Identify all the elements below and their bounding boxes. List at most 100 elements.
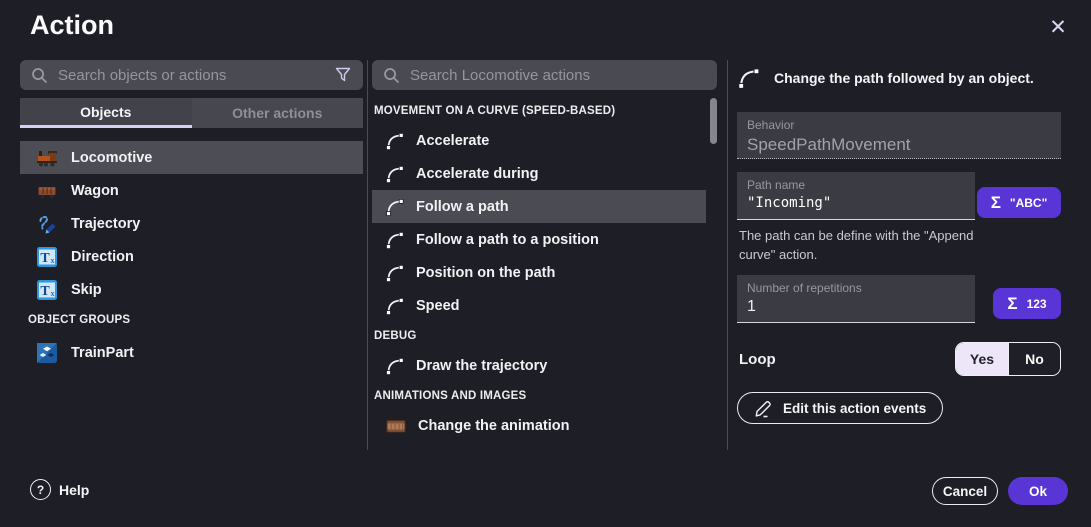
objects-search-input[interactable] — [58, 67, 324, 84]
object-group-icon — [36, 342, 58, 364]
object-row-wagon[interactable]: Wagon — [20, 174, 363, 207]
object-label: Direction — [71, 249, 134, 265]
action-row-follow-a-path[interactable]: Follow a path — [372, 190, 706, 223]
section-header: DEBUG — [372, 322, 717, 349]
section-header: MOVEMENT ON A CURVE (SPEED-BASED) — [372, 97, 717, 124]
objects-panel: Objects Other actions Locomotive Wagon T… — [20, 60, 363, 450]
help-icon: ? — [30, 479, 51, 500]
path-name-field[interactable]: Path name "Incoming" — [737, 172, 975, 220]
action-dialog: Action ✕ Objects Other actions Locomotiv… — [0, 0, 1091, 527]
text-object-icon — [36, 246, 58, 268]
film-icon — [385, 415, 407, 437]
text-object-icon — [36, 279, 58, 301]
curve-icon — [385, 230, 405, 250]
object-groups-header: OBJECT GROUPS — [20, 308, 363, 332]
action-label: Speed — [416, 298, 460, 314]
object-label: TrainPart — [71, 345, 134, 361]
action-label: Position on the path — [416, 265, 555, 281]
curve-icon — [737, 66, 761, 90]
locomotive-icon — [36, 147, 58, 169]
action-row-change-animation[interactable]: Change the animation — [372, 409, 706, 442]
panel-divider — [727, 60, 728, 450]
help-label: Help — [59, 482, 89, 498]
action-label: Accelerate — [416, 133, 489, 149]
object-row-trajectory[interactable]: Trajectory — [20, 207, 363, 240]
object-row-locomotive[interactable]: Locomotive — [20, 141, 363, 174]
path-name-value[interactable]: "Incoming" — [747, 195, 965, 211]
actions-search-input[interactable] — [410, 67, 707, 84]
object-label: Wagon — [71, 183, 119, 199]
path-help-text: The path can be define with the "Append … — [739, 226, 974, 264]
tab-objects[interactable]: Objects — [20, 98, 192, 128]
curve-icon — [385, 296, 405, 316]
behavior-field: Behavior SpeedPathMovement — [737, 112, 1061, 159]
curve-icon — [385, 263, 405, 283]
repetitions-label: Number of repetitions — [747, 281, 965, 295]
pencil-icon — [754, 398, 774, 418]
object-label: Locomotive — [71, 150, 152, 166]
action-label: Follow a path — [416, 199, 509, 215]
actions-panel: MOVEMENT ON A CURVE (SPEED-BASED) Accele… — [372, 60, 717, 450]
filter-icon[interactable] — [333, 65, 353, 85]
action-row-position-on-path[interactable]: Position on the path — [372, 256, 706, 289]
edit-action-events-label: Edit this action events — [783, 401, 926, 416]
scrollbar-thumb[interactable] — [710, 98, 717, 144]
actions-scrollbar — [710, 98, 717, 450]
action-label: Change the animation — [418, 418, 569, 434]
action-row-accelerate-during[interactable]: Accelerate during — [372, 157, 706, 190]
number-expression-button[interactable]: Σ 123 — [993, 288, 1061, 319]
object-list: Locomotive Wagon Trajectory Direction Sk… — [20, 141, 363, 369]
edit-action-events-button[interactable]: Edit this action events — [737, 392, 943, 424]
actions-search[interactable] — [372, 60, 717, 90]
panel-divider — [367, 60, 368, 450]
object-row-direction[interactable]: Direction — [20, 240, 363, 273]
close-icon[interactable]: ✕ — [1040, 10, 1076, 46]
sigma-icon: Σ — [1007, 294, 1017, 314]
section-header: ANIMATIONS AND IMAGES — [372, 382, 717, 409]
expression-button-label: 123 — [1027, 297, 1047, 311]
action-label: Accelerate during — [416, 166, 539, 182]
wagon-icon — [36, 180, 58, 202]
path-name-label: Path name — [747, 178, 965, 192]
object-tabs: Objects Other actions — [20, 98, 363, 128]
trajectory-icon — [36, 213, 58, 235]
ok-button[interactable]: Ok — [1008, 477, 1068, 505]
cancel-button[interactable]: Cancel — [932, 477, 998, 505]
repetitions-field[interactable]: Number of repetitions 1 — [737, 275, 975, 323]
object-label: Skip — [71, 282, 102, 298]
object-label: Trajectory — [71, 216, 140, 232]
behavior-label: Behavior — [747, 118, 1051, 132]
action-description: Change the path followed by an object. — [774, 70, 1034, 86]
string-expression-button[interactable]: Σ "ABC" — [977, 187, 1061, 218]
sigma-icon: Σ — [991, 193, 1001, 213]
action-label: Follow a path to a position — [416, 232, 599, 248]
action-description-row: Change the path followed by an object. — [737, 66, 1061, 90]
action-row-follow-path-to-position[interactable]: Follow a path to a position — [372, 223, 706, 256]
action-label: Draw the trajectory — [416, 358, 547, 374]
behavior-value: SpeedPathMovement — [747, 135, 1051, 155]
object-row-trainpart[interactable]: TrainPart — [20, 336, 363, 369]
curve-icon — [385, 131, 405, 151]
loop-row: Loop Yes No — [739, 342, 1061, 376]
tab-other-actions[interactable]: Other actions — [192, 98, 364, 128]
loop-toggle: Yes No — [955, 342, 1061, 376]
action-config-panel: Change the path followed by an object. B… — [737, 60, 1061, 450]
curve-icon — [385, 164, 405, 184]
search-icon — [382, 66, 401, 85]
loop-label: Loop — [739, 351, 776, 368]
loop-no-button[interactable]: No — [1008, 343, 1060, 375]
curve-icon — [385, 197, 405, 217]
action-row-speed[interactable]: Speed — [372, 289, 706, 322]
search-icon — [30, 66, 49, 85]
loop-yes-button[interactable]: Yes — [956, 343, 1008, 375]
action-row-accelerate[interactable]: Accelerate — [372, 124, 706, 157]
action-row-draw-trajectory[interactable]: Draw the trajectory — [372, 349, 706, 382]
curve-icon — [385, 356, 405, 376]
expression-button-label: "ABC" — [1010, 196, 1047, 210]
objects-search[interactable] — [20, 60, 363, 90]
action-list: MOVEMENT ON A CURVE (SPEED-BASED) Accele… — [372, 97, 717, 442]
dialog-title: Action — [30, 10, 114, 41]
object-row-skip[interactable]: Skip — [20, 273, 363, 306]
help-button[interactable]: ? Help — [30, 479, 89, 500]
repetitions-value[interactable]: 1 — [747, 298, 965, 316]
